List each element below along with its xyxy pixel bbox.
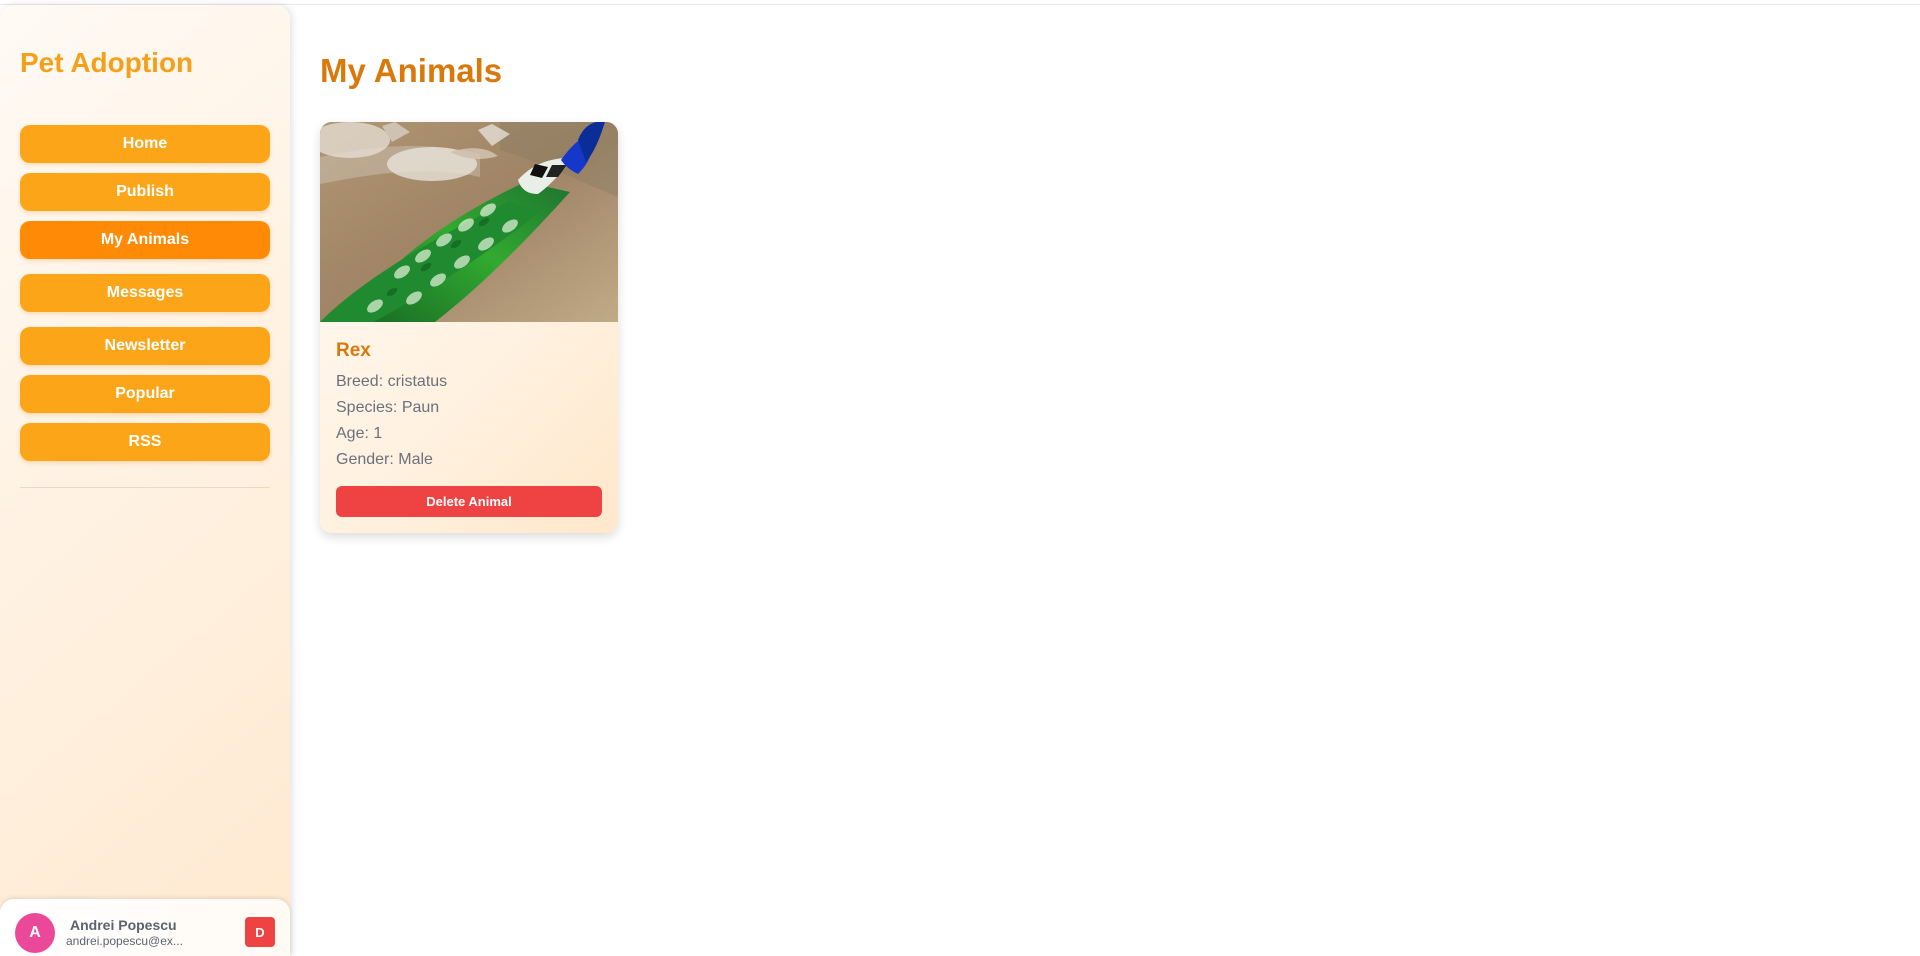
delete-animal-button[interactable]: Delete Animal [336,486,602,517]
animal-name: Rex [336,340,371,361]
sidebar-divider [20,487,270,488]
avatar[interactable]: A [15,913,55,953]
nav-rss-button[interactable]: RSS [20,423,270,461]
user-panel: A Andrei Popescu andrei.popescu@ex... D [0,899,290,956]
animal-card: Rex Breed: cristatus Species: Paun Age: … [320,122,618,533]
user-email: andrei.popescu@ex... [66,934,183,948]
sidebar: Pet Adoption Home Publish My Animals Mes… [0,5,290,956]
app-page: Pet Adoption Home Publish My Animals Mes… [0,0,1920,956]
peacock-photo [320,122,618,322]
animal-age: Age: 1 [336,425,383,442]
animal-photo [320,122,618,322]
logout-button[interactable]: D [245,917,275,947]
animal-species: Species: Paun [336,399,440,416]
animal-breed: Breed: cristatus [336,373,448,390]
nav-home-button[interactable]: Home [20,125,270,163]
nav-newsletter-button[interactable]: Newsletter [20,327,270,365]
page-title: My Animals [320,52,503,89]
app-logo: Pet Adoption [20,47,194,78]
animal-gender: Gender: Male [336,451,433,468]
nav-my-animals-button[interactable]: My Animals [20,221,270,259]
top-border [0,0,1920,5]
nav-popular-button[interactable]: Popular [20,375,270,413]
nav-messages-button[interactable]: Messages [20,274,270,312]
nav-publish-button[interactable]: Publish [20,173,270,211]
user-name: Andrei Popescu [70,917,177,933]
